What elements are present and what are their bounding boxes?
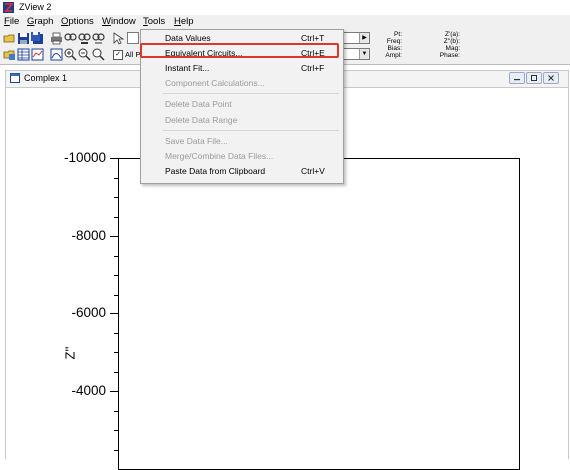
readout-mag-label: Mag: <box>445 45 460 52</box>
y-axis-title: Z'' <box>64 347 77 360</box>
menu-separator <box>163 93 339 94</box>
zoom-fit-icon[interactable] <box>92 48 105 61</box>
print-icon[interactable] <box>50 32 63 45</box>
menu-help[interactable]: Help <box>174 16 194 27</box>
child-window-title: Complex 1 <box>24 73 68 83</box>
zview-app-icon <box>3 2 14 13</box>
menu-item-delete-data-range: Delete Data Range <box>165 115 238 125</box>
title-bar: ZView 2 <box>0 0 570 15</box>
menu-separator <box>163 130 339 131</box>
readout-zreal-label: Z'(a): <box>445 31 460 38</box>
chevron-right-icon[interactable]: ▶ <box>359 33 369 43</box>
y-major-tick <box>110 236 118 237</box>
menu-graph[interactable]: Graph <box>27 16 53 27</box>
all-checkbox[interactable]: ✓ <box>113 50 123 60</box>
y-minor-tick <box>114 178 118 179</box>
y-minor-tick <box>114 352 118 353</box>
menu-options[interactable]: Options <box>61 16 94 27</box>
highlight-box <box>140 43 339 58</box>
y-minor-tick <box>114 217 118 218</box>
y-major-tick <box>110 391 118 392</box>
readout-bias-label: Bias: <box>387 45 402 52</box>
close-button[interactable] <box>543 72 559 84</box>
y-tick-label: -10000 <box>64 150 107 165</box>
plot-area[interactable] <box>118 158 520 470</box>
y-minor-tick <box>114 372 118 373</box>
y-minor-tick <box>114 333 118 334</box>
menu-tools[interactable]: Tools <box>143 16 165 27</box>
save-icon[interactable] <box>17 32 30 45</box>
y-major-tick <box>110 313 118 314</box>
series-combo[interactable]: ▼ <box>340 48 370 60</box>
menu-bar: File Graph Options Window Tools Help <box>0 15 570 29</box>
menu-item-save-data-file: Save Data File... <box>165 136 228 146</box>
zoom-out-icon[interactable] <box>78 48 91 61</box>
menu-item-instant-fit[interactable]: Instant Fit... Ctrl+F <box>141 62 343 75</box>
window-title: ZView 2 <box>19 2 52 12</box>
chart-window-icon <box>10 73 20 83</box>
y-minor-tick <box>114 295 118 296</box>
readout-zimag-label: Z''(b): <box>443 38 460 45</box>
data-combo-right[interactable]: ▶ <box>340 32 370 44</box>
y-major-tick <box>110 158 118 159</box>
menu-item-paste-data[interactable]: Paste Data from Clipboard Ctrl+V <box>141 165 343 178</box>
readout-pt-label: Pt: <box>394 31 402 38</box>
y-tick-label: -8000 <box>71 228 106 243</box>
restore-button[interactable] <box>526 72 542 84</box>
cursor-icon[interactable] <box>112 32 125 45</box>
find-icon[interactable] <box>64 32 77 45</box>
complex-plot-icon[interactable] <box>50 48 63 61</box>
y-tick-label: -4000 <box>71 383 106 398</box>
y-minor-tick <box>114 197 118 198</box>
data-combo-left[interactable] <box>127 32 139 44</box>
readout-phase-label: Phase: <box>439 52 460 59</box>
bode-plot-icon[interactable] <box>31 48 44 61</box>
chevron-down-icon[interactable]: ▼ <box>359 49 369 59</box>
minimize-button[interactable] <box>509 72 525 84</box>
y-minor-tick <box>114 275 118 276</box>
open-folder-icon[interactable] <box>3 32 16 45</box>
menu-window[interactable]: Window <box>102 16 136 27</box>
table-icon[interactable] <box>17 48 30 61</box>
y-minor-tick <box>114 430 118 431</box>
y-tick-label: -6000 <box>71 305 106 320</box>
y-axis-title-text: Z'' <box>64 347 77 360</box>
find-next-icon[interactable] <box>78 32 91 45</box>
readout-ampl-label: Ampl: <box>385 52 402 59</box>
readout-freq-label: Freq: <box>386 38 402 45</box>
save-all-icon[interactable] <box>31 32 44 45</box>
y-minor-tick <box>114 256 118 257</box>
open-data-icon[interactable] <box>3 48 16 61</box>
all-checkbox-label: All P <box>125 50 141 59</box>
menu-item-component-calculations: Component Calculations... <box>165 78 265 88</box>
y-minor-tick <box>114 411 118 412</box>
menu-file[interactable]: File <box>4 16 19 27</box>
y-minor-tick <box>114 450 118 451</box>
menu-item-merge-combine: Merge/Combine Data Files... <box>165 151 274 161</box>
menu-item-delete-data-point: Delete Data Point <box>165 99 232 109</box>
zoom-in-icon[interactable] <box>64 48 77 61</box>
find-all-icon[interactable] <box>92 32 105 45</box>
